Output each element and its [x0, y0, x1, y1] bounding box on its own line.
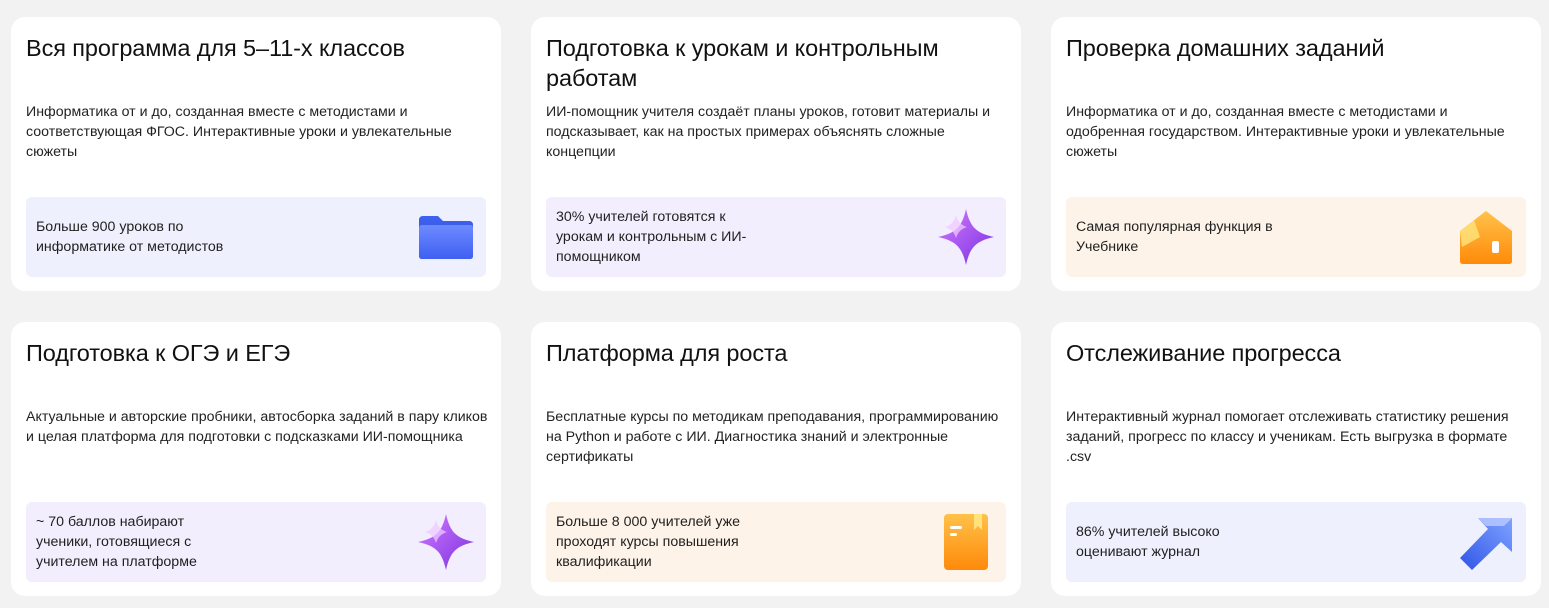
feature-card-growth: Платформа для роста Бесплатные курсы по …: [531, 322, 1021, 596]
feature-card-lesson-prep: Подготовка к урокам и контрольным работа…: [531, 17, 1021, 291]
stat-text: 86% учителей высоко оценивают журнал: [1076, 524, 1220, 560]
stat-block: 86% учителей высоко оценивают журнал: [1066, 502, 1526, 582]
stat-text: ~ 70 баллов набирают ученики, готовящиес…: [36, 514, 197, 570]
card-title: Подготовка к ОГЭ и ЕГЭ: [26, 340, 291, 366]
notebook-icon: [936, 512, 996, 572]
card-title: Платформа для роста: [546, 340, 788, 366]
house-icon: [1456, 207, 1516, 267]
card-title: Отслеживание прогресса: [1066, 340, 1341, 366]
card-title: Вся программа для 5–11-х классов: [26, 35, 405, 61]
stat-block: Больше 900 уроков по информатике от мето…: [26, 197, 486, 277]
stat-text: Больше 8 000 учителей уже проходят курсы…: [556, 514, 741, 570]
feature-card-homework: Проверка домашних заданий Информатика от…: [1051, 17, 1541, 291]
stat-text: Самая популярная функция в Учебнике: [1076, 219, 1273, 255]
sparkle-icon: [936, 207, 996, 267]
stat-block: 30% учителей готовятся к урокам и контро…: [546, 197, 1006, 277]
card-description: Актуальные и авторские пробники, автосбо…: [26, 409, 488, 445]
arrow-up-right-icon: [1456, 512, 1516, 572]
feature-card-progress: Отслеживание прогресса Интерактивный жур…: [1051, 322, 1541, 596]
card-description: Бесплатные курсы по методикам преподаван…: [546, 409, 999, 465]
card-description: Информатика от и до, созданная вместе с …: [26, 104, 452, 160]
card-title: Подготовка к урокам и контрольным работа…: [546, 35, 939, 91]
card-title: Проверка домашних заданий: [1066, 35, 1385, 61]
stat-block: ~ 70 баллов набирают ученики, готовящиес…: [26, 502, 486, 582]
stat-block: Больше 8 000 учителей уже проходят курсы…: [546, 502, 1006, 582]
stat-text: Больше 900 уроков по информатике от мето…: [36, 219, 224, 255]
card-description: Интерактивный журнал помогает отслеживат…: [1066, 409, 1509, 465]
card-description: Информатика от и до, созданная вместе с …: [1066, 104, 1505, 160]
sparkle-icon: [416, 512, 476, 572]
stat-block: Самая популярная функция в Учебнике: [1066, 197, 1526, 277]
card-description: ИИ-помощник учителя создаёт планы уроков…: [546, 104, 991, 160]
stat-text: 30% учителей готовятся к урокам и контро…: [556, 209, 747, 265]
feature-card-exams: Подготовка к ОГЭ и ЕГЭ Актуальные и авто…: [11, 322, 501, 596]
feature-card-program: Вся программа для 5–11-х классов Информа…: [11, 17, 501, 291]
folder-icon: [416, 207, 476, 267]
